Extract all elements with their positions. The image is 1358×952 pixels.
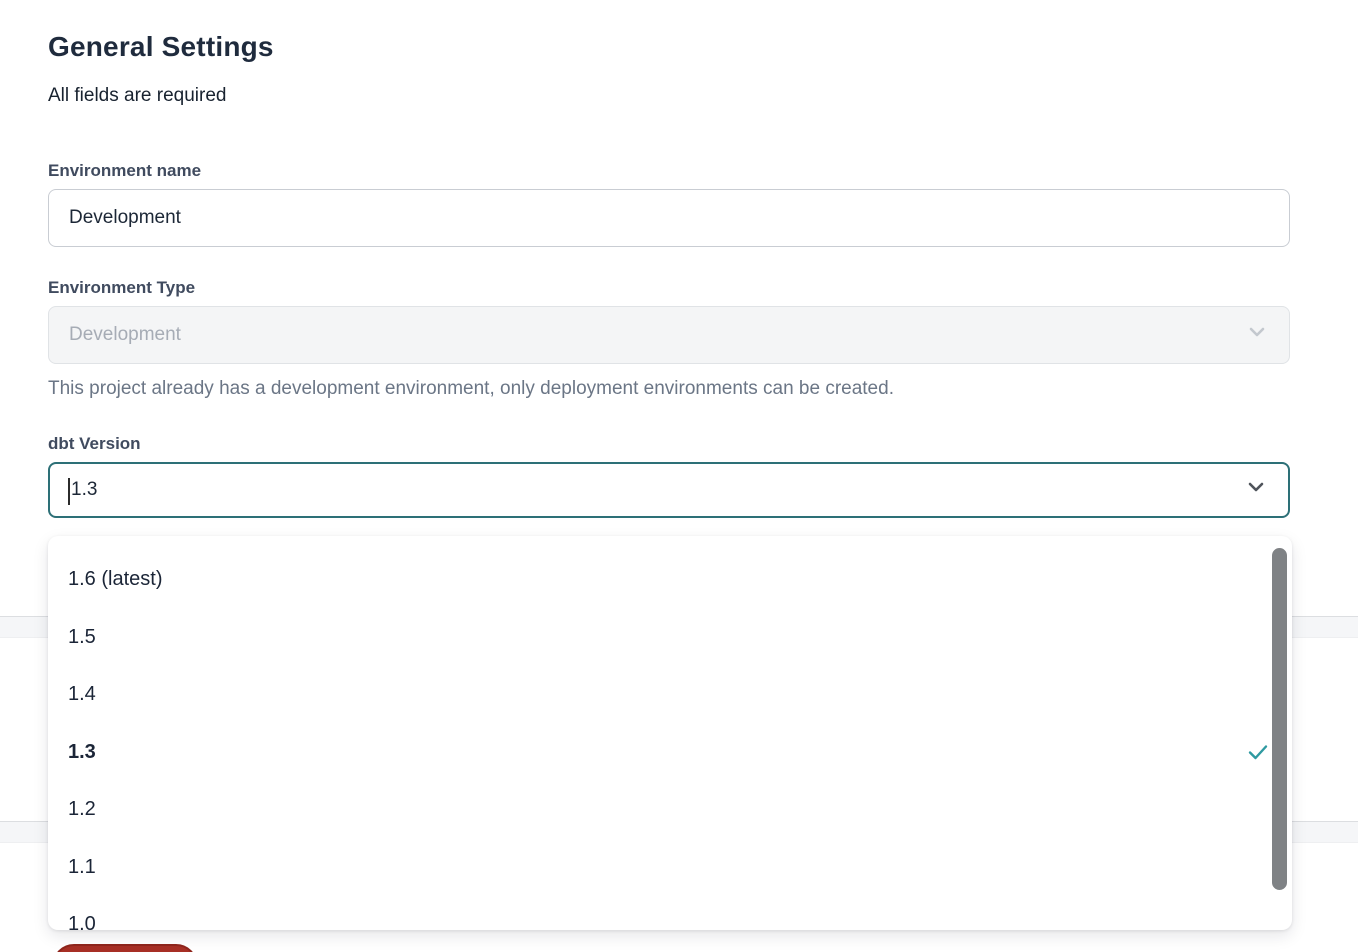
dropdown-option-1-1[interactable]: 1.1 bbox=[48, 839, 1292, 897]
dbt-version-label: dbt Version bbox=[48, 433, 1290, 454]
general-settings-form: General Settings All fields are required… bbox=[48, 0, 1290, 518]
option-label: 1.5 bbox=[68, 626, 96, 649]
option-label: 1.0 bbox=[68, 913, 96, 930]
dbt-version-select[interactable]: 1.3 bbox=[48, 462, 1290, 518]
dropdown-option-1-0[interactable]: 1.0 bbox=[48, 896, 1292, 930]
environment-type-label: Environment Type bbox=[48, 277, 1290, 298]
selected-check-icon bbox=[1248, 744, 1268, 761]
option-label: 1.3 bbox=[68, 741, 96, 764]
option-label: 1.1 bbox=[68, 856, 96, 879]
option-label: 1.2 bbox=[68, 798, 96, 821]
dropdown-option-1-6[interactable]: 1.6 (latest) bbox=[48, 551, 1292, 609]
required-fields-note: All fields are required bbox=[48, 84, 1290, 107]
page: General Settings All fields are required… bbox=[0, 0, 1358, 952]
environment-name-label: Environment name bbox=[48, 160, 1290, 181]
delete-button[interactable] bbox=[52, 944, 198, 952]
environment-type-value: Development bbox=[69, 324, 181, 346]
chevron-down-icon bbox=[1245, 320, 1269, 350]
option-label: 1.6 (latest) bbox=[68, 568, 162, 591]
dropdown-scrollbar-thumb[interactable] bbox=[1272, 548, 1287, 890]
environment-type-help: This project already has a development e… bbox=[48, 377, 1290, 400]
dropdown-option-1-3[interactable]: 1.3 bbox=[48, 724, 1292, 782]
dropdown-option-1-4[interactable]: 1.4 bbox=[48, 666, 1292, 724]
dbt-version-dropdown: 1.6 (latest) 1.5 1.4 1.3 1.2 1.1 1.0 bbox=[48, 536, 1292, 930]
page-title: General Settings bbox=[48, 31, 1290, 63]
dropdown-option-1-5[interactable]: 1.5 bbox=[48, 609, 1292, 667]
environment-name-input[interactable] bbox=[48, 189, 1290, 247]
option-label: 1.4 bbox=[68, 683, 96, 706]
text-cursor bbox=[68, 478, 70, 505]
chevron-down-icon[interactable] bbox=[1244, 475, 1268, 505]
dbt-version-value: 1.3 bbox=[70, 479, 97, 501]
environment-type-select: Development bbox=[48, 306, 1290, 364]
dropdown-option-1-2[interactable]: 1.2 bbox=[48, 781, 1292, 839]
